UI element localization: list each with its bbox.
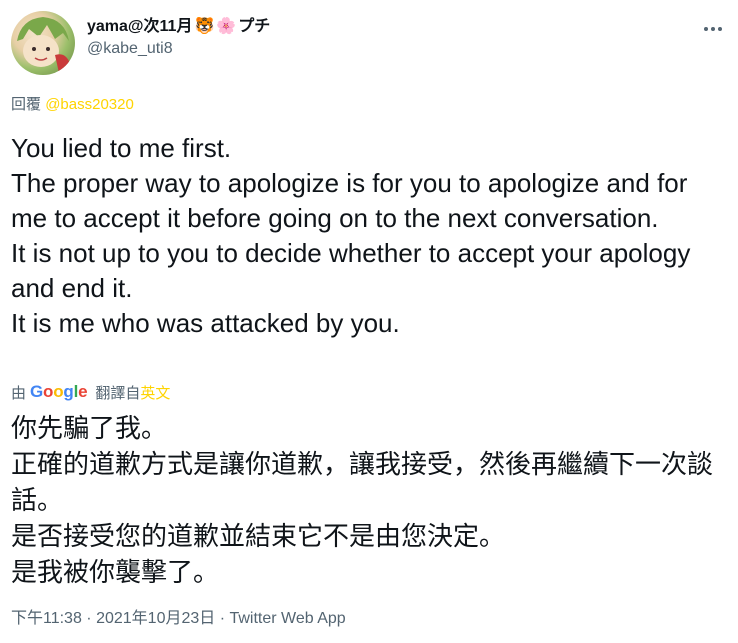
translated-text: 你先騙了我。 正確的道歉方式是讓你道歉，讓我接受，然後再繼續下一次談話。 是否接… [11, 410, 727, 590]
author-handle[interactable]: @kabe_uti8 [87, 39, 270, 59]
google-logo-icon[interactable]: Google [30, 382, 88, 402]
translated-line: 是我被你襲擊了。 [11, 557, 220, 587]
translation-by: 由 [11, 384, 27, 402]
display-name[interactable]: yama@次11月 🐯 🌸 プチ [87, 17, 270, 37]
flower-emoji-icon: 🌸 [216, 18, 237, 35]
more-dot [704, 27, 708, 31]
tweet-header: yama@次11月 🐯 🌸 プチ @kabe_uti8 [11, 11, 727, 75]
avatar-illustration-icon [15, 17, 71, 75]
tweet-line: You lied to me first. [11, 133, 232, 163]
more-options-icon[interactable] [699, 19, 727, 39]
display-name-suffix: プチ [238, 18, 271, 35]
translated-line: 正確的道歉方式是讓你道歉，讓我接受，然後再繼續下一次談話。 [11, 449, 714, 515]
tweet-line: It is not up to you to decide whether to… [11, 238, 691, 303]
tweet-timestamp-source[interactable]: 下午11:38 · 2021年10月23日 · Twitter Web App [11, 609, 346, 629]
display-name-text: yama@次11月 [87, 18, 193, 35]
tiger-emoji-icon: 🐯 [194, 18, 215, 35]
tweet-text: You lied to me first. The proper way to … [11, 131, 727, 341]
tweet-line: It is me who was attacked by you. [11, 308, 400, 338]
translated-line: 你先騙了我。 [11, 413, 168, 443]
translated-from-label: 翻譯自 [95, 384, 141, 402]
tweet-line: The proper way to apologize is for you t… [11, 168, 688, 233]
author-names: yama@次11月 🐯 🌸 プチ @kabe_uti8 [87, 17, 270, 59]
reply-mention-link[interactable]: @bass20320 [45, 96, 134, 113]
replying-to: 回覆 @bass20320 [11, 95, 134, 115]
reply-prefix: 回覆 [11, 96, 42, 113]
avatar[interactable] [11, 11, 75, 75]
more-dot [718, 27, 722, 31]
translation-attribution: 由 Google 翻譯自 英文 [11, 380, 170, 404]
more-dot [711, 27, 715, 31]
source-language-link[interactable]: 英文 [140, 382, 170, 403]
translated-line: 是否接受您的道歉並結束它不是由您決定。 [11, 521, 506, 551]
